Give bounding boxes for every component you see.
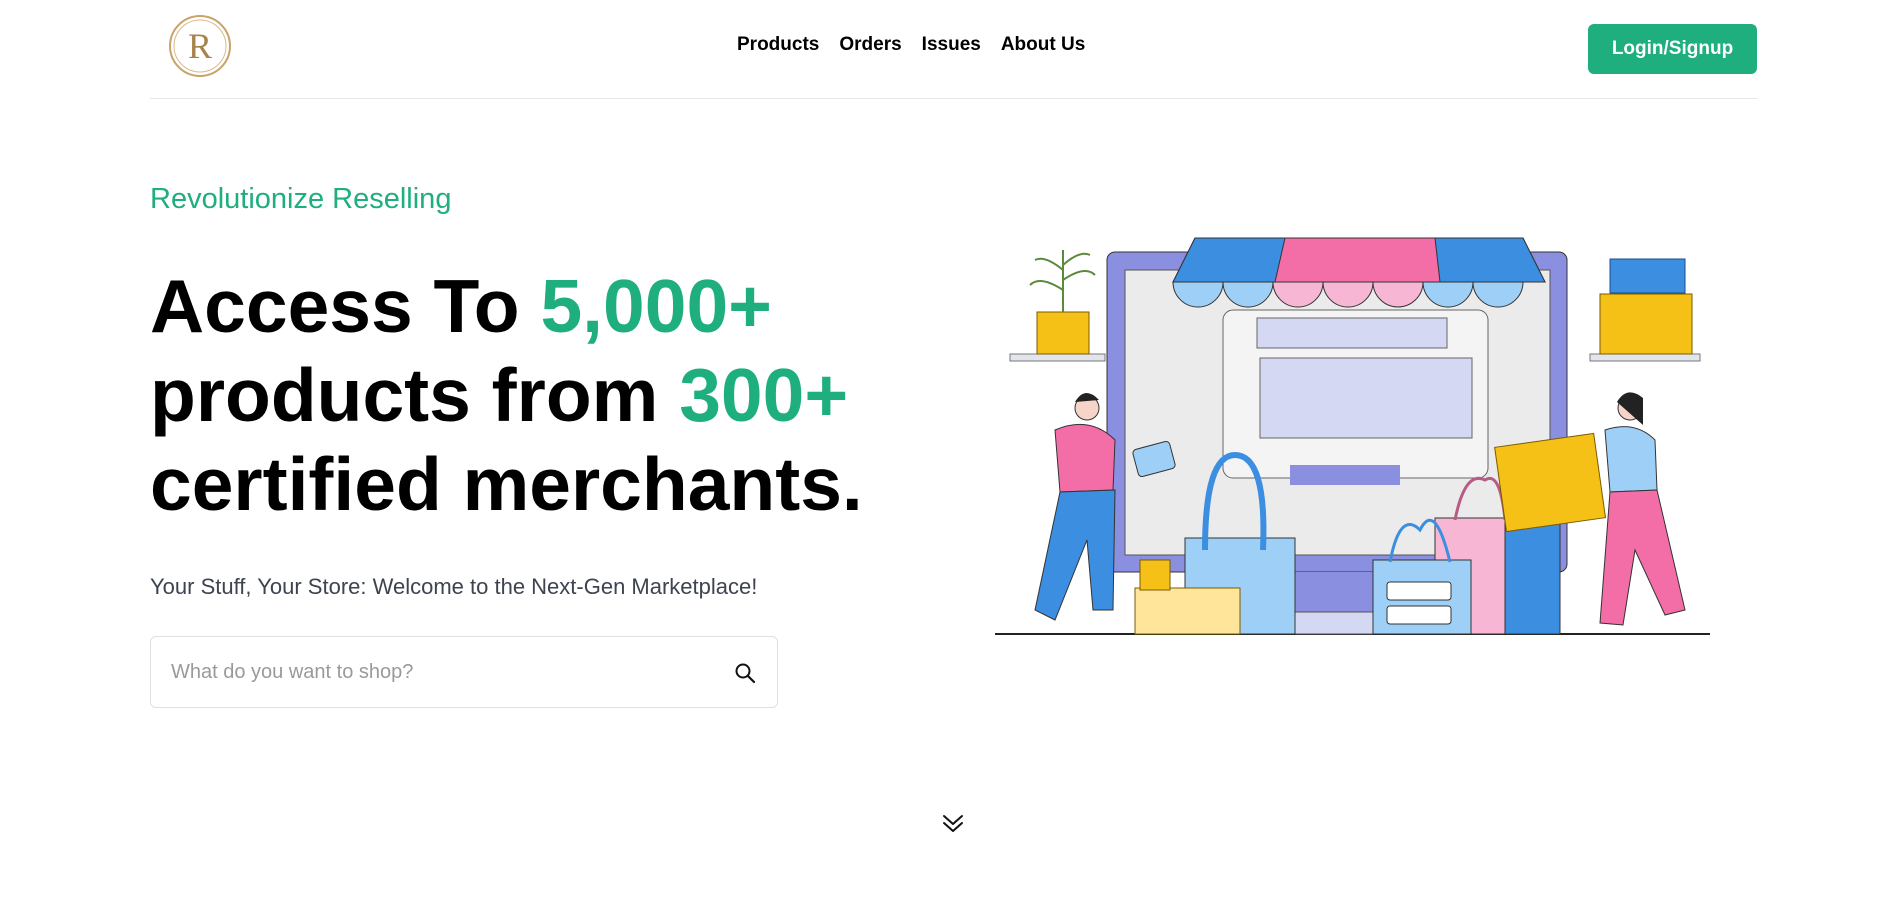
login-signup-button[interactable]: Login/Signup bbox=[1588, 24, 1757, 74]
storefront-illustration bbox=[995, 230, 1715, 640]
hero-eyebrow: Revolutionize Reselling bbox=[150, 183, 452, 215]
hero-headline: Access To 5,000+ products from 300+ cert… bbox=[150, 262, 863, 529]
double-chevron-down-icon[interactable] bbox=[940, 810, 966, 836]
headline-line3-text: certified merchants. bbox=[150, 442, 863, 526]
search-icon[interactable] bbox=[733, 661, 757, 685]
search-input[interactable] bbox=[171, 637, 691, 707]
headline-products-count: 5,000+ bbox=[540, 264, 772, 348]
main-nav: Products Orders Issues About Us bbox=[737, 34, 1085, 56]
nav-issues[interactable]: Issues bbox=[922, 34, 981, 56]
headline-line2-text: products from bbox=[150, 353, 680, 437]
hero-subtitle: Your Stuff, Your Store: Welcome to the N… bbox=[150, 574, 758, 599]
logo-letter: R bbox=[188, 26, 212, 66]
headline-merchants-count: 300+ bbox=[679, 353, 849, 437]
search-bar bbox=[150, 636, 778, 708]
nav-about-us[interactable]: About Us bbox=[1001, 34, 1085, 56]
nav-products[interactable]: Products bbox=[737, 34, 819, 56]
headline-line1-text: Access To bbox=[150, 264, 541, 348]
nav-orders[interactable]: Orders bbox=[839, 34, 901, 56]
site-header: R Products Orders Issues About Us Login/… bbox=[150, 0, 1757, 99]
brand-logo[interactable]: R bbox=[168, 13, 232, 79]
